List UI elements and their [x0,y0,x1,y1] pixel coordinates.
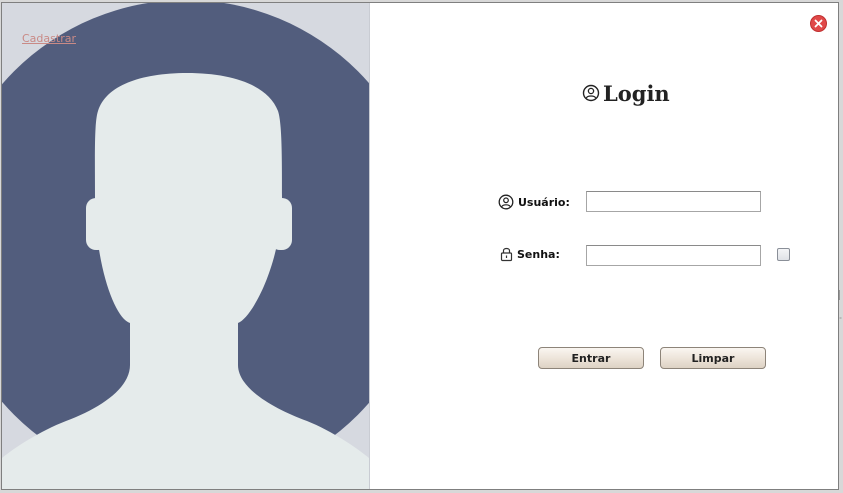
close-button[interactable] [810,15,827,32]
username-label-text: Usuário: [518,195,570,209]
login-title-text: Login [603,80,670,106]
login-window: Cadastrar Login Usuário: Senha: Entrar L… [1,2,839,490]
password-field[interactable] [586,245,761,266]
user-circle-icon [582,84,600,102]
show-password-checkbox[interactable] [777,248,790,261]
avatar-image [2,3,369,489]
padlock-icon [500,247,513,262]
clear-button[interactable]: Limpar [660,347,766,369]
page-title: Login [582,78,670,108]
password-label-text: Senha: [517,247,560,261]
avatar-panel: Cadastrar [2,3,370,489]
edge-fragment [839,290,842,319]
password-label: Senha: [500,246,560,262]
close-icon [814,19,823,28]
register-link[interactable]: Cadastrar [22,32,76,45]
enter-button[interactable]: Entrar [538,347,644,369]
username-field[interactable] [586,191,761,212]
user-circle-icon [498,194,514,210]
username-label: Usuário: [498,194,570,210]
